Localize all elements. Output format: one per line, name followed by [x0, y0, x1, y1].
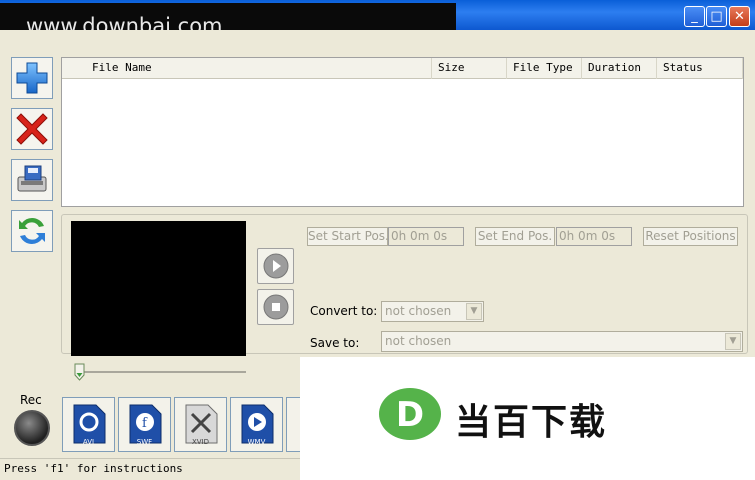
rec-label: Rec	[20, 393, 42, 407]
seek-track[interactable]	[76, 371, 246, 373]
end-position-field[interactable]: 0h 0m 0s	[556, 227, 632, 246]
column-header-status[interactable]: Status	[657, 58, 743, 79]
reset-positions-button[interactable]: Reset Positions	[643, 227, 738, 246]
set-start-pos-button[interactable]: Set Start Pos.	[307, 227, 389, 246]
format-label: SWF	[136, 438, 153, 446]
format-button-wmv[interactable]: WMV	[230, 397, 283, 452]
save-icon	[17, 165, 47, 192]
play-button[interactable]	[257, 248, 294, 284]
record-button[interactable]	[14, 410, 50, 446]
file-list[interactable]: File Name Size File Type Duration Status	[61, 57, 744, 207]
start-position-field[interactable]: 0h 0m 0s	[388, 227, 464, 246]
column-header-size[interactable]: Size	[432, 58, 507, 79]
convert-to-select[interactable]: not chosen ▼	[381, 301, 484, 322]
save-to-value: not chosen	[385, 334, 452, 348]
format-label: AVI	[82, 438, 95, 446]
menu-bar	[0, 30, 755, 54]
status-bar: Press 'f1' for instructions	[0, 458, 300, 480]
logo-letter: D	[396, 395, 424, 435]
column-header-file-type[interactable]: File Type	[507, 58, 582, 79]
video-preview	[71, 221, 246, 356]
set-end-pos-button[interactable]: Set End Pos.	[475, 227, 555, 246]
add-file-button[interactable]	[11, 57, 53, 99]
save-button[interactable]	[11, 159, 53, 201]
logo-mark-icon: D	[379, 388, 441, 440]
save-to-label: Save to:	[310, 336, 360, 350]
format-label: WMV	[247, 438, 266, 446]
refresh-icon	[19, 218, 45, 244]
stop-icon	[263, 294, 288, 320]
chevron-down-icon: ▼	[466, 303, 482, 320]
format-button-partial[interactable]	[286, 397, 300, 452]
file-list-header: File Name Size File Type Duration Status	[62, 58, 743, 79]
format-button-swf[interactable]: f SWF	[118, 397, 171, 452]
column-header-file-name[interactable]: File Name	[62, 58, 432, 79]
maximize-button[interactable]: □	[706, 6, 727, 27]
seek-thumb[interactable]	[74, 363, 85, 381]
format-button-xvid[interactable]: XVID	[174, 397, 227, 452]
column-header-duration[interactable]: Duration	[582, 58, 657, 79]
chevron-down-icon: ▼	[725, 333, 741, 350]
format-button-avi[interactable]: AVI	[62, 397, 115, 452]
play-icon	[263, 253, 288, 279]
refresh-button[interactable]	[11, 210, 53, 252]
minimize-button[interactable]: _	[684, 6, 705, 27]
save-to-select[interactable]: not chosen ▼	[381, 331, 743, 352]
logo-text: 当百下载	[455, 402, 608, 443]
close-button[interactable]: ✕	[729, 6, 750, 27]
delete-icon	[16, 113, 48, 145]
site-logo-overlay: D 当百下载	[300, 357, 755, 480]
format-label: XVID	[191, 438, 210, 446]
remove-file-button[interactable]	[11, 108, 53, 150]
stop-button[interactable]	[257, 289, 294, 325]
convert-to-value: not chosen	[385, 304, 452, 318]
add-icon	[16, 62, 48, 94]
convert-to-label: Convert to:	[310, 304, 378, 318]
